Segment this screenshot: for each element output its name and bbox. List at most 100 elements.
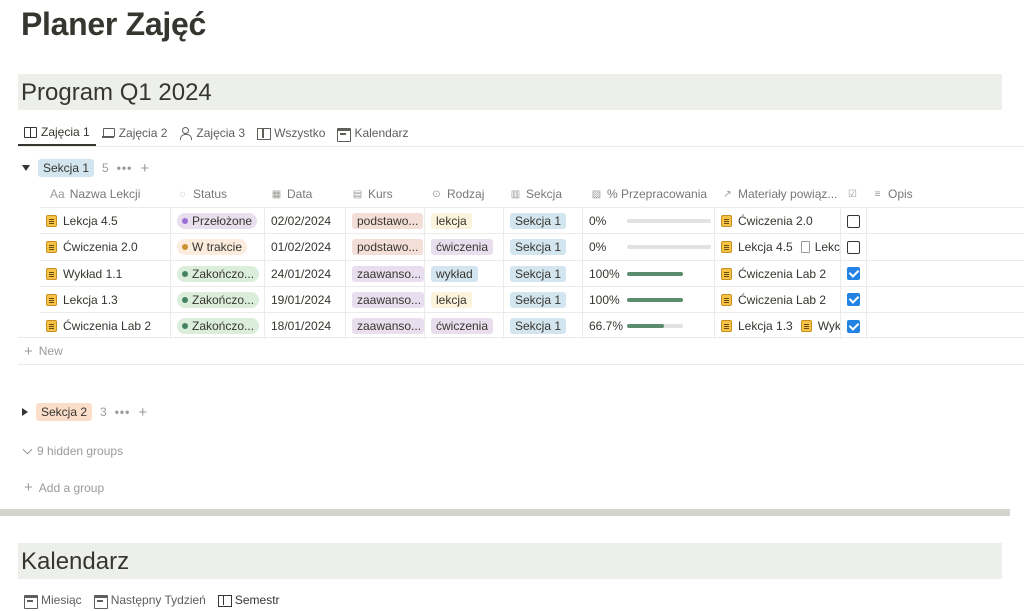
column-header-type[interactable]: ⊙ Rodzaj — [431, 182, 506, 206]
new-row-button[interactable]: + New — [18, 337, 1024, 365]
cell-status[interactable]: Zakończo... — [171, 260, 265, 287]
cell-done[interactable] — [841, 286, 867, 313]
cell-date[interactable]: 01/02/2024 — [265, 234, 346, 261]
done-checkbox[interactable] — [847, 293, 860, 307]
table-row[interactable]: Wykład 1.1 Zakończo... 24/01/2024 zaawanso.… — [40, 259, 1024, 287]
column-header-date[interactable]: ▦ Data — [271, 182, 351, 206]
cell-course[interactable]: zaawanso... — [346, 313, 425, 340]
column-header-materials[interactable]: ↗ Materiały powiąz... — [722, 182, 847, 206]
material-link[interactable]: Ćwiczenia Lab 2 — [738, 267, 826, 281]
column-header-section[interactable]: ▥ Sekcja — [510, 182, 585, 206]
hidden-groups-toggle[interactable]: 9 hidden groups — [22, 444, 123, 458]
cell-notes[interactable] — [867, 208, 1024, 234]
cell-course[interactable]: podstawo... — [346, 208, 425, 234]
cell-status[interactable]: Zakończo... — [171, 286, 265, 313]
done-checkbox[interactable] — [847, 240, 860, 254]
cell-name[interactable]: Ćwiczenia Lab 2 — [40, 313, 171, 340]
cell-progress[interactable]: 0% — [583, 234, 715, 261]
cell-section[interactable]: Sekcja 1 — [504, 260, 583, 287]
tab-zajecia-2[interactable]: Zajęcia 2 — [96, 120, 174, 146]
material-link[interactable]: Ćwiczenia 2.0 — [738, 214, 813, 228]
cell-date[interactable]: 24/01/2024 — [265, 260, 346, 287]
calendar-icon — [337, 127, 352, 142]
cell-course[interactable]: zaawanso... — [346, 260, 425, 287]
column-header-status[interactable]: ◌ Status — [177, 182, 267, 206]
cell-status[interactable]: Przełożone — [171, 208, 265, 234]
date-value: 18/01/2024 — [271, 319, 332, 334]
cell-type[interactable]: ćwiczenia — [425, 313, 504, 340]
cell-section[interactable]: Sekcja 1 — [504, 208, 583, 234]
cell-notes[interactable] — [867, 287, 1024, 313]
material-link[interactable]: Wykł — [818, 319, 840, 333]
material-link[interactable]: Lekcja 1.3 — [738, 319, 793, 333]
tab-kalendarz[interactable]: Kalendarz — [331, 120, 414, 146]
caret-down-icon[interactable] — [22, 165, 30, 171]
cell-status[interactable]: W trakcie — [171, 234, 265, 261]
cell-type[interactable]: ćwiczenia — [425, 234, 504, 261]
done-checkbox[interactable] — [847, 267, 860, 281]
cell-section[interactable]: Sekcja 1 — [504, 313, 583, 340]
cell-progress[interactable]: 0% — [583, 208, 715, 234]
cell-type[interactable]: lekcja — [425, 286, 504, 313]
cell-materials[interactable]: Ćwiczenia 2.0 — [715, 208, 841, 234]
cell-name[interactable]: Ćwiczenia 2.0 — [40, 234, 171, 261]
cell-name[interactable]: Lekcja 1.3 — [40, 286, 171, 313]
cell-course[interactable]: podstawo... — [346, 234, 425, 261]
cell-section[interactable]: Sekcja 1 — [504, 234, 583, 261]
cell-date[interactable]: 18/01/2024 — [265, 313, 346, 340]
cell-notes[interactable] — [867, 261, 1024, 287]
cell-status[interactable]: Zakończo... — [171, 313, 265, 340]
more-options-icon[interactable]: ••• — [115, 405, 131, 419]
tab-zajecia-3[interactable]: Zajęcia 3 — [173, 120, 251, 146]
column-header-progress[interactable]: ▨ % Przepracowania — [591, 182, 716, 206]
notepad-icon — [46, 215, 57, 227]
cell-done[interactable] — [841, 260, 867, 287]
cell-done[interactable] — [841, 313, 867, 340]
cell-materials[interactable]: Lekcja 4.5 Lekcja — [715, 234, 841, 261]
cell-type[interactable]: lekcja — [425, 208, 504, 234]
column-header-notes[interactable]: ≡ Opis — [872, 182, 952, 206]
cell-materials[interactable]: Ćwiczenia Lab 2 — [715, 286, 841, 313]
column-header-course[interactable]: ▤ Kurs — [352, 182, 427, 206]
tab-miesiac[interactable]: Miesiąc — [18, 589, 88, 611]
done-checkbox[interactable] — [847, 214, 860, 228]
tab-wszystko[interactable]: Wszystko — [251, 120, 331, 146]
add-row-icon[interactable]: + — [138, 404, 147, 421]
cell-notes[interactable] — [867, 234, 1024, 260]
cell-progress[interactable]: 66.7% — [583, 313, 715, 340]
column-header-name[interactable]: Aa Nazwa Lekcji — [50, 182, 170, 206]
table-row[interactable]: Ćwiczenia 2.0 W trakcie 01/02/2024 podstawo… — [40, 233, 1024, 261]
add-group-button[interactable]: + Add a group — [24, 479, 104, 496]
new-row-label: New — [38, 344, 63, 358]
cell-notes[interactable] — [867, 313, 1024, 339]
more-options-icon[interactable]: ••• — [117, 161, 133, 175]
material-link[interactable]: Ćwiczenia Lab 2 — [738, 293, 826, 307]
cell-name[interactable]: Lekcja 4.5 — [40, 208, 171, 234]
add-row-icon[interactable]: + — [140, 160, 149, 177]
cell-done[interactable] — [841, 208, 867, 234]
cell-date[interactable]: 02/02/2024 — [265, 208, 346, 234]
table-row[interactable]: Lekcja 1.3 Zakończo... 19/01/2024 zaawanso.… — [40, 285, 1024, 313]
cell-name[interactable]: Wykład 1.1 — [40, 260, 171, 287]
tab-zajecia-1[interactable]: Zajęcia 1 — [18, 120, 96, 146]
cell-type[interactable]: wykład — [425, 260, 504, 287]
material-link[interactable]: Lekcja 4.5 — [738, 240, 793, 254]
tab-semestr[interactable]: Semestr — [212, 589, 286, 611]
cell-section[interactable]: Sekcja 1 — [504, 286, 583, 313]
cell-date[interactable]: 19/01/2024 — [265, 286, 346, 313]
cell-progress[interactable]: 100% — [583, 260, 715, 287]
done-checkbox[interactable] — [847, 319, 860, 333]
group-label[interactable]: Sekcja 2 — [36, 403, 93, 421]
column-header-done[interactable]: ☑ — [847, 182, 867, 206]
cell-materials[interactable]: Ćwiczenia Lab 2 — [715, 260, 841, 287]
cell-materials[interactable]: Lekcja 1.3 Wykł — [715, 313, 841, 340]
cell-course[interactable]: zaawanso... — [346, 286, 425, 313]
table-row[interactable]: Lekcja 4.5 Przełożone 02/02/2024 podstawo..… — [40, 207, 1024, 234]
table-row[interactable]: Ćwiczenia Lab 2 Zakończo... 18/01/2024 zaaw… — [40, 312, 1024, 340]
cell-done[interactable] — [841, 234, 867, 261]
tab-nastepny-tydzien[interactable]: Następny Tydzień — [88, 589, 212, 611]
group-label[interactable]: Sekcja 1 — [38, 159, 95, 177]
caret-right-icon[interactable] — [22, 408, 28, 416]
material-link[interactable]: Lekcja — [815, 240, 840, 254]
cell-progress[interactable]: 100% — [583, 286, 715, 313]
